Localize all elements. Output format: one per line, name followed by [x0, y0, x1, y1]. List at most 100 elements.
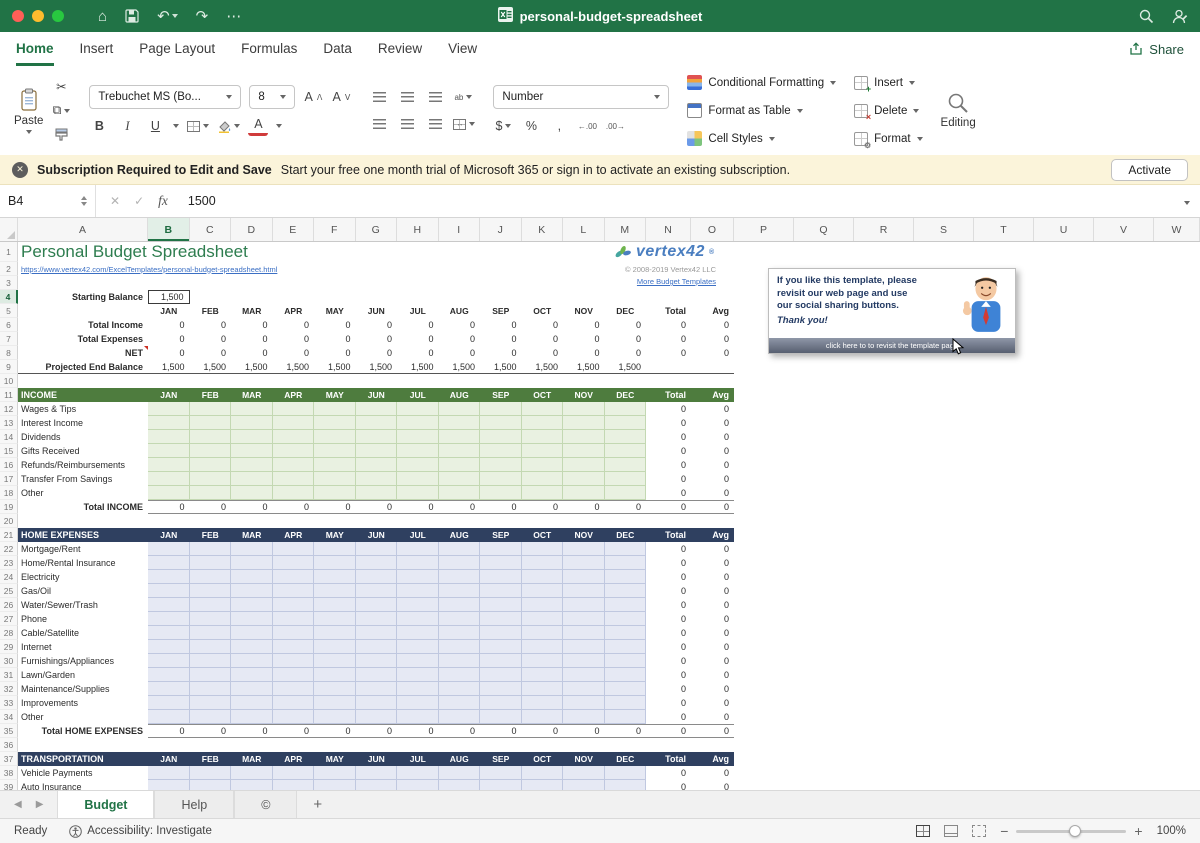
cell[interactable] [190, 668, 232, 682]
cell[interactable] [397, 444, 439, 458]
cell[interactable] [439, 682, 481, 696]
column-header-E[interactable]: E [273, 218, 315, 241]
row-header-12[interactable]: 12 [0, 402, 18, 416]
cell[interactable]: 0 [691, 710, 734, 724]
row-header-33[interactable]: 33 [0, 696, 18, 710]
cell[interactable]: Total Expenses [18, 332, 148, 346]
cell[interactable] [563, 780, 605, 790]
cell[interactable]: OCT [522, 388, 564, 402]
cell[interactable] [148, 598, 190, 612]
cell[interactable] [397, 654, 439, 668]
cell[interactable] [605, 556, 647, 570]
cell[interactable] [148, 626, 190, 640]
cell[interactable] [273, 668, 315, 682]
cell[interactable]: TRANSPORTATION [18, 752, 148, 766]
cell[interactable]: JAN [148, 528, 190, 542]
cell[interactable] [273, 444, 315, 458]
cell[interactable] [314, 444, 356, 458]
normal-view-icon[interactable] [916, 825, 930, 837]
cell[interactable]: Total HOME EXPENSES [18, 724, 148, 738]
cell[interactable]: FEB [190, 528, 232, 542]
cell[interactable] [148, 416, 190, 430]
cell[interactable] [397, 612, 439, 626]
cell[interactable]: 1,500 [605, 360, 647, 374]
row-header-11[interactable]: 11 [0, 388, 18, 402]
cell[interactable]: 0 [563, 318, 605, 332]
cell[interactable] [522, 472, 564, 486]
cell[interactable]: Internet [18, 640, 148, 654]
cell[interactable]: 0 [522, 500, 564, 514]
paste-button[interactable]: Paste [14, 88, 43, 134]
search-icon[interactable] [1139, 9, 1154, 24]
cell[interactable] [563, 458, 605, 472]
cell[interactable]: 0 [148, 332, 190, 346]
cell[interactable] [439, 458, 481, 472]
cell[interactable]: 0 [148, 318, 190, 332]
cell[interactable]: MAR [231, 388, 273, 402]
cell[interactable]: 0 [646, 710, 691, 724]
cell[interactable] [231, 416, 273, 430]
cell[interactable]: OCT [522, 528, 564, 542]
tab-page-layout[interactable]: Page Layout [139, 32, 215, 66]
cell[interactable] [480, 416, 522, 430]
cell[interactable] [18, 304, 148, 318]
cell[interactable]: 0 [646, 640, 691, 654]
cell[interactable]: 0 [480, 500, 522, 514]
cell[interactable] [148, 584, 190, 598]
cell[interactable] [397, 542, 439, 556]
cell[interactable] [439, 626, 481, 640]
cell[interactable] [273, 416, 315, 430]
cell[interactable] [522, 682, 564, 696]
insert-function-icon[interactable]: fx [158, 193, 168, 209]
cell[interactable] [356, 654, 398, 668]
cell[interactable] [439, 780, 481, 790]
cell[interactable] [480, 486, 522, 500]
cell[interactable]: APR [273, 528, 315, 542]
cell[interactable] [148, 612, 190, 626]
page-break-view-icon[interactable] [972, 825, 986, 837]
cell[interactable]: Transfer From Savings [18, 472, 148, 486]
cell[interactable] [522, 612, 564, 626]
row-header-31[interactable]: 31 [0, 668, 18, 682]
cell[interactable] [480, 626, 522, 640]
column-header-U[interactable]: U [1034, 218, 1094, 241]
cell[interactable] [356, 486, 398, 500]
row-header-1[interactable]: 1 [0, 242, 18, 262]
cell[interactable] [563, 584, 605, 598]
cell[interactable] [231, 654, 273, 668]
cell[interactable]: HOME EXPENSES [18, 528, 148, 542]
cell[interactable] [480, 710, 522, 724]
cell[interactable]: INCOME [18, 388, 148, 402]
cell[interactable] [273, 542, 315, 556]
column-header-T[interactable]: T [974, 218, 1034, 241]
cell[interactable] [190, 444, 232, 458]
cell[interactable] [231, 682, 273, 696]
cell[interactable]: 0 [563, 724, 605, 738]
cell[interactable]: APR [273, 752, 315, 766]
cell[interactable]: JAN [148, 752, 190, 766]
cell[interactable]: Total Income [18, 318, 148, 332]
cell[interactable] [563, 430, 605, 444]
cell[interactable] [563, 640, 605, 654]
cell[interactable]: 0 [439, 332, 481, 346]
cell[interactable]: 1,500 [190, 360, 232, 374]
cell[interactable]: Improvements [18, 696, 148, 710]
cell[interactable]: Projected End Balance [18, 360, 148, 374]
cell[interactable]: 0 [356, 500, 398, 514]
row-header-32[interactable]: 32 [0, 682, 18, 696]
cell[interactable] [605, 430, 647, 444]
cell[interactable]: 0 [480, 724, 522, 738]
cell[interactable] [314, 570, 356, 584]
cell[interactable]: 0 [691, 640, 734, 654]
cell[interactable]: Total [646, 528, 691, 542]
cell[interactable]: SEP [480, 388, 522, 402]
cell[interactable]: Other [18, 710, 148, 724]
share-button[interactable]: Share [1129, 32, 1184, 66]
cell[interactable]: 0 [148, 500, 190, 514]
conditional-formatting-button[interactable]: Conditional Formatting [687, 72, 836, 93]
cell[interactable] [439, 542, 481, 556]
cell[interactable] [314, 430, 356, 444]
cell[interactable] [522, 626, 564, 640]
cell[interactable]: Total [646, 388, 691, 402]
add-sheet-button[interactable]: + [297, 791, 338, 818]
